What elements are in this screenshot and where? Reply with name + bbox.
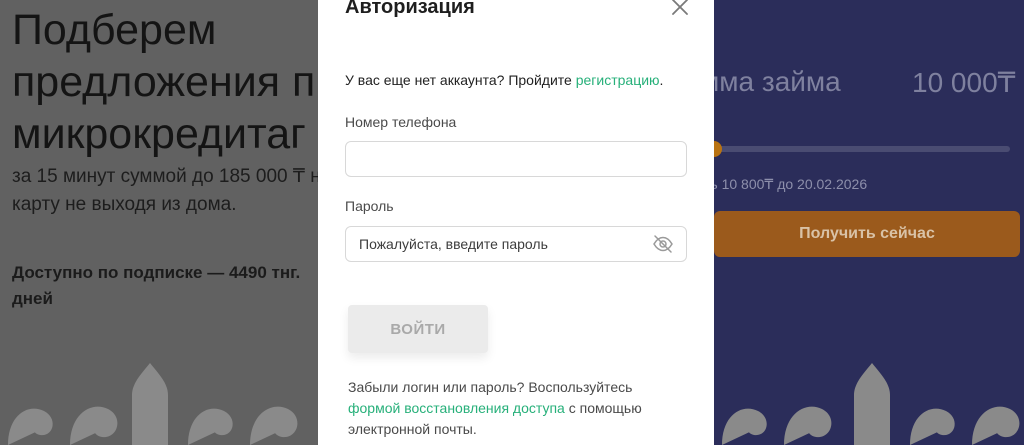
hero-subtitle-line-1: за 15 минут суммой до 185 000 ₸ на (12, 166, 332, 187)
login-modal: Авторизация У вас еще нет аккаунта? Прой… (318, 0, 714, 445)
signup-prompt: У вас еще нет аккаунта? Пройдите регистр… (345, 72, 663, 88)
subscription-offer-line-1: Доступно по подписке — 4490 тнг. (12, 263, 301, 282)
modal-title: Авторизация (345, 0, 475, 18)
get-now-button[interactable]: Получить сейчас (714, 211, 1020, 257)
hero-subtitle-line-2: карту не выходя из дома. (12, 194, 237, 215)
login-button[interactable]: ВОЙТИ (348, 305, 488, 353)
subscription-offer-line-2: дней (12, 289, 53, 308)
phone-input[interactable] (359, 142, 649, 176)
recovery-note: Забыли логин или пароль? Воспользуйтесь … (348, 377, 688, 440)
signup-link[interactable]: регистрацию (576, 72, 660, 88)
hero-subtitle: за 15 минут суммой до 185 000 ₸ на карту… (12, 163, 342, 219)
ornament-pattern-right (714, 355, 1024, 445)
password-label: Пароль (345, 198, 394, 214)
repayment-summary: ть 10 800₸ до 20.02.2026 (704, 176, 868, 192)
phone-label: Номер телефона (345, 114, 457, 130)
subscription-offer: Доступно по подписке — 4490 тнг. дней (12, 260, 332, 312)
loan-amount-value: 10 000₸ (912, 67, 1016, 98)
recovery-note-prefix: Забыли логин или пароль? Воспользуйтесь (348, 379, 633, 395)
signup-prompt-period: . (659, 72, 664, 88)
signup-prompt-text: У вас еще нет аккаунта? Пройдите (345, 72, 572, 88)
eye-off-icon[interactable] (652, 234, 674, 254)
recovery-link[interactable]: формой восстановления доступа (348, 400, 565, 416)
ornament-pattern-left (0, 355, 310, 445)
phone-field-wrapper (345, 141, 687, 177)
password-field-wrapper (345, 226, 687, 262)
loan-amount-slider[interactable] (714, 146, 1010, 152)
close-icon[interactable] (668, 0, 692, 19)
loan-amount-label: мма займа (700, 66, 841, 97)
password-input[interactable] (359, 227, 649, 261)
